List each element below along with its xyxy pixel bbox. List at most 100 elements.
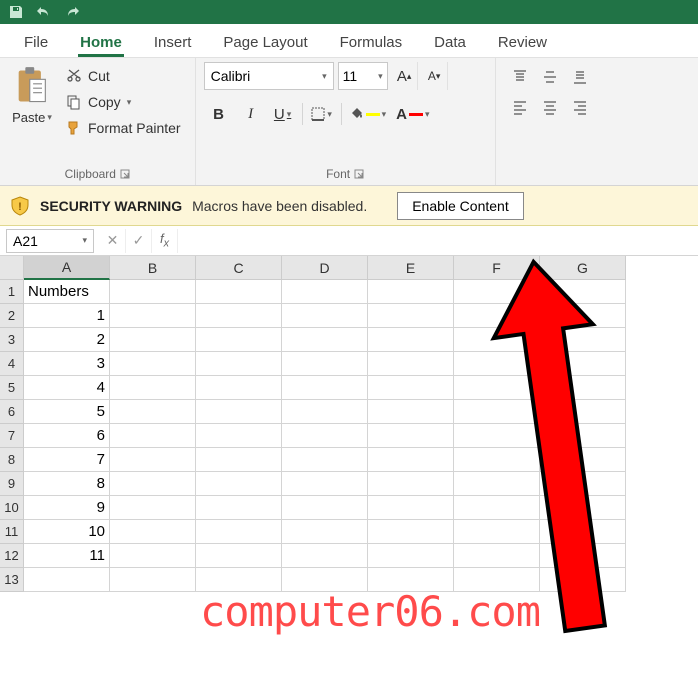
cell[interactable] [368,328,454,352]
cell[interactable] [196,304,282,328]
cell[interactable] [196,280,282,304]
row-header[interactable]: 13 [0,568,24,592]
cell[interactable] [282,280,368,304]
cell[interactable] [196,544,282,568]
cell[interactable] [110,400,196,424]
paste-button[interactable]: Paste ▾ [8,62,56,165]
cell[interactable] [196,424,282,448]
format-painter-button[interactable]: Format Painter [62,118,185,138]
column-header[interactable]: G [540,256,626,280]
row-header[interactable]: 10 [0,496,24,520]
cell[interactable] [282,568,368,592]
border-button[interactable]: ▾ [307,100,337,128]
row-header[interactable]: 3 [0,328,24,352]
cell[interactable] [454,496,540,520]
cell[interactable] [454,304,540,328]
cell[interactable] [282,544,368,568]
cell[interactable]: 6 [24,424,110,448]
fill-color-button[interactable]: ▾ [346,100,391,128]
column-header[interactable]: B [110,256,196,280]
cell[interactable] [196,328,282,352]
cell[interactable] [110,280,196,304]
cell[interactable] [196,568,282,592]
tab-formulas[interactable]: Formulas [324,28,419,57]
align-middle-button[interactable] [536,64,564,90]
cell[interactable] [196,472,282,496]
tab-page-layout[interactable]: Page Layout [207,28,323,57]
cell[interactable] [196,520,282,544]
cell[interactable] [368,280,454,304]
cell[interactable] [282,304,368,328]
copy-button[interactable]: Copy ▾ [62,92,185,112]
align-left-button[interactable] [506,94,534,120]
cell[interactable] [368,376,454,400]
enter-formula-button[interactable]: ✓ [126,229,152,253]
cell[interactable] [282,472,368,496]
cell[interactable] [110,376,196,400]
cell[interactable] [196,400,282,424]
cell[interactable]: 11 [24,544,110,568]
cell[interactable] [454,472,540,496]
row-header[interactable]: 12 [0,544,24,568]
grow-font-button[interactable]: A▴ [392,62,418,90]
column-header[interactable]: D [282,256,368,280]
enable-content-button[interactable]: Enable Content [397,192,524,220]
column-header[interactable]: C [196,256,282,280]
cell[interactable] [540,304,626,328]
cell[interactable] [368,304,454,328]
column-header[interactable]: F [454,256,540,280]
cell[interactable] [454,376,540,400]
align-top-button[interactable] [506,64,534,90]
name-box[interactable]: A21▾ [6,229,94,253]
align-bottom-button[interactable] [566,64,594,90]
redo-icon[interactable] [64,4,80,20]
bold-button[interactable]: B [204,100,234,128]
tab-insert[interactable]: Insert [138,28,208,57]
cell[interactable] [368,520,454,544]
cell[interactable] [454,544,540,568]
cell[interactable] [540,376,626,400]
cell[interactable] [110,304,196,328]
undo-icon[interactable] [36,4,52,20]
cell[interactable]: 4 [24,376,110,400]
row-header[interactable]: 1 [0,280,24,304]
formula-input[interactable] [177,229,698,253]
cell[interactable] [110,448,196,472]
cell[interactable] [368,352,454,376]
cell[interactable] [282,424,368,448]
row-header[interactable]: 11 [0,520,24,544]
cell[interactable] [540,544,626,568]
cell[interactable]: 1 [24,304,110,328]
cell[interactable] [540,328,626,352]
tab-data[interactable]: Data [418,28,482,57]
cell[interactable] [110,352,196,376]
dialog-launcher-icon[interactable] [354,169,364,179]
font-name-dropdown[interactable]: Calibri▾ [204,62,334,90]
cell[interactable] [540,496,626,520]
row-header[interactable]: 2 [0,304,24,328]
cell[interactable] [196,352,282,376]
row-header[interactable]: 6 [0,400,24,424]
cell[interactable] [368,448,454,472]
cell[interactable] [282,328,368,352]
cell[interactable] [282,376,368,400]
cell[interactable] [454,352,540,376]
cell[interactable]: 10 [24,520,110,544]
cell[interactable] [196,496,282,520]
shrink-font-button[interactable]: A▾ [422,62,448,90]
dialog-launcher-icon[interactable] [120,169,130,179]
tab-review[interactable]: Review [482,28,563,57]
cell[interactable] [454,424,540,448]
select-all-corner[interactable] [0,256,24,280]
cell[interactable] [540,472,626,496]
cell[interactable] [368,472,454,496]
cell[interactable] [282,520,368,544]
cell[interactable] [282,448,368,472]
tab-file[interactable]: File [8,28,64,57]
cell[interactable] [540,520,626,544]
cell[interactable] [540,448,626,472]
cell[interactable] [110,568,196,592]
cell[interactable]: 5 [24,400,110,424]
cell[interactable] [454,280,540,304]
row-header[interactable]: 5 [0,376,24,400]
